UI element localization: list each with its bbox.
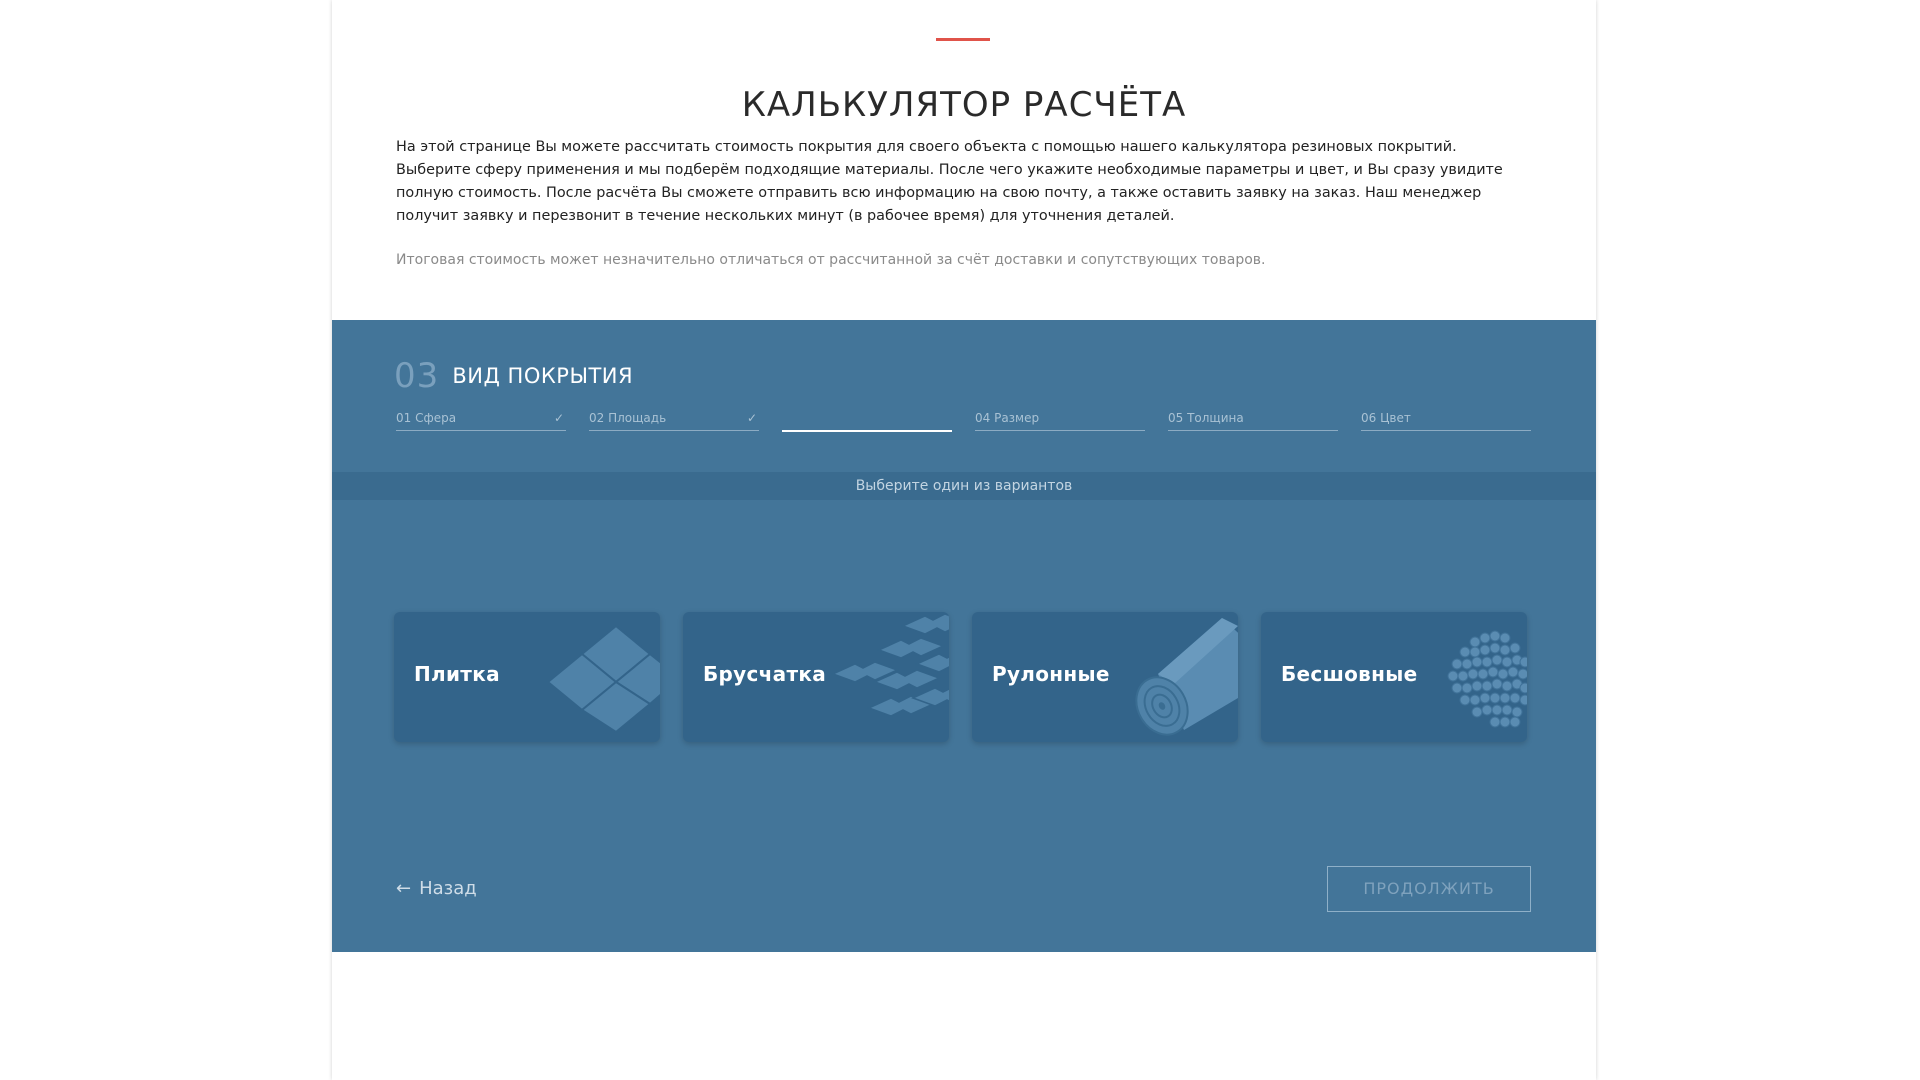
- step-size[interactable]: 04 Размер: [975, 408, 1145, 431]
- title-accent-line: [936, 38, 990, 41]
- crumb-icon: [1447, 630, 1527, 728]
- step-thickness[interactable]: 05 Толщина: [1168, 408, 1338, 431]
- step-color[interactable]: 06 Цвет: [1361, 408, 1531, 431]
- step-header: 03 ВИД ПОКРЫТИЯ: [394, 356, 633, 396]
- coverage-options: Плитка Брусчатка Рулонные Бесшовные: [394, 612, 1534, 742]
- step-label: 01 Сфера: [396, 411, 457, 425]
- step-area[interactable]: 02 Площадь ✓: [589, 408, 759, 431]
- steps-progress: 01 Сфера ✓ 02 Площадь ✓ 04 Размер 05 Тол…: [396, 408, 1532, 434]
- step-label: 05 Толщина: [1168, 411, 1244, 425]
- price-note: Итоговая стоимость может незначительно о…: [396, 252, 1266, 268]
- step-title: ВИД ПОКРЫТИЯ: [452, 364, 634, 388]
- option-label: Брусчатка: [703, 662, 827, 686]
- back-label: Назад: [419, 878, 477, 899]
- step-label: 04 Размер: [975, 411, 1040, 425]
- paving-stones-icon: [831, 613, 949, 717]
- option-paving[interactable]: Брусчатка: [683, 612, 949, 742]
- page-container: КАЛЬКУЛЯТОР РАСЧЁТА На этой странице Вы …: [332, 0, 1596, 1080]
- option-label: Бесшовные: [1281, 662, 1418, 686]
- step-coverage-type[interactable]: [782, 408, 952, 432]
- arrow-left-icon: ←: [396, 878, 412, 899]
- calculator-panel: 03 ВИД ПОКРЫТИЯ 01 Сфера ✓ 02 Площадь ✓ …: [332, 320, 1596, 952]
- option-label: Плитка: [414, 662, 500, 686]
- option-seamless[interactable]: Бесшовные: [1261, 612, 1527, 742]
- continue-button[interactable]: ПРОДОЛЖИТЬ: [1327, 866, 1531, 912]
- page-title: КАЛЬКУЛЯТОР РАСЧЁТА: [741, 84, 1187, 125]
- step-number: 03: [394, 356, 440, 396]
- step-label: 06 Цвет: [1361, 411, 1411, 425]
- step-label: 02 Площадь: [589, 411, 667, 425]
- tiles-icon: [546, 624, 660, 734]
- check-icon: ✓: [553, 411, 564, 425]
- back-button[interactable]: ← Назад: [396, 878, 477, 906]
- option-roll[interactable]: Рулонные: [972, 612, 1238, 742]
- option-label: Рулонные: [992, 662, 1110, 686]
- hint-bar: Выберите один из вариантов: [332, 472, 1596, 500]
- roll-icon: [1135, 618, 1238, 736]
- step-sphere[interactable]: 01 Сфера ✓: [396, 408, 566, 431]
- option-tiles[interactable]: Плитка: [394, 612, 660, 742]
- check-icon: ✓: [746, 411, 757, 425]
- intro-text: На этой странице Вы можете рассчитать ст…: [396, 139, 1503, 224]
